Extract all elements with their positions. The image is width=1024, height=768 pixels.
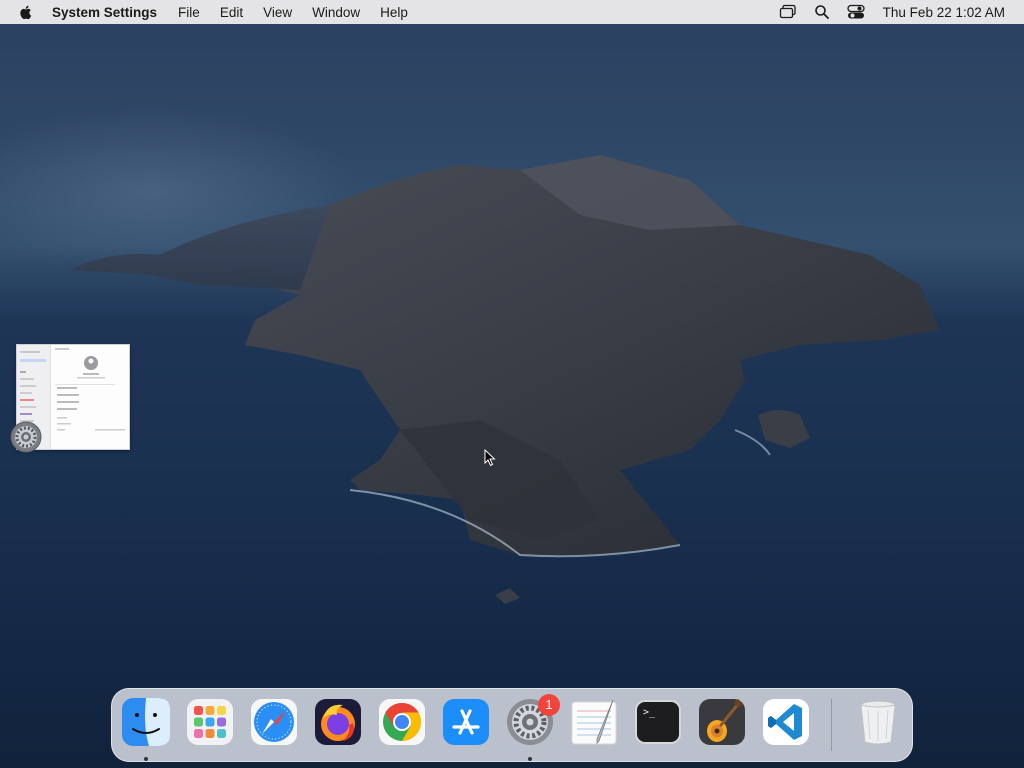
dock-item-firefox[interactable]	[313, 697, 363, 747]
dock-item-vscode[interactable]	[761, 697, 811, 747]
vscode-icon	[763, 699, 809, 745]
dock: 1 >_	[111, 688, 913, 762]
system-settings-running-indicator	[528, 757, 532, 761]
active-app-name[interactable]: System Settings	[52, 5, 157, 20]
finder-running-indicator	[144, 757, 148, 761]
menubar-clock[interactable]: Thu Feb 22 1:02 AM	[883, 5, 1005, 20]
terminal-prompt: >_	[643, 707, 656, 718]
launchpad-icon	[187, 699, 233, 745]
gear-icon[interactable]	[10, 421, 42, 453]
apple-logo-icon[interactable]	[17, 3, 35, 21]
dock-item-textedit[interactable]	[569, 697, 619, 747]
search-icon[interactable]	[813, 3, 831, 21]
textedit-icon	[571, 699, 617, 745]
menu-view[interactable]: View	[263, 5, 292, 20]
dock-separator	[831, 699, 832, 751]
notification-badge: 1	[538, 694, 560, 716]
menu-bar: System Settings File Edit View Window He…	[0, 0, 1024, 24]
dock-item-chrome[interactable]	[377, 697, 427, 747]
app-store-icon	[443, 699, 489, 745]
trash-icon	[860, 700, 896, 745]
firefox-icon	[315, 699, 361, 745]
control-center-icon[interactable]	[847, 3, 865, 21]
dock-item-app-store[interactable]	[441, 697, 491, 747]
menu-help[interactable]: Help	[380, 5, 408, 20]
terminal-icon: >_	[635, 700, 681, 744]
dock-item-launchpad[interactable]	[185, 697, 235, 747]
dock-item-finder[interactable]	[121, 697, 171, 747]
menu-edit[interactable]: Edit	[220, 5, 243, 20]
dock-item-terminal[interactable]: >_	[633, 697, 683, 747]
chrome-icon	[379, 699, 425, 745]
menu-window[interactable]: Window	[312, 5, 360, 20]
menu-file[interactable]: File	[178, 5, 200, 20]
finder-icon	[122, 698, 170, 746]
screen-mirroring-icon[interactable]	[779, 3, 797, 21]
dock-item-safari[interactable]	[249, 697, 299, 747]
safari-icon	[251, 699, 297, 745]
island-wallpaper-art	[70, 155, 940, 604]
dock-item-trash[interactable]	[853, 697, 903, 747]
mouse-cursor-icon	[484, 449, 496, 467]
guitar-icon	[699, 699, 745, 745]
dock-item-garageband[interactable]	[697, 697, 747, 747]
